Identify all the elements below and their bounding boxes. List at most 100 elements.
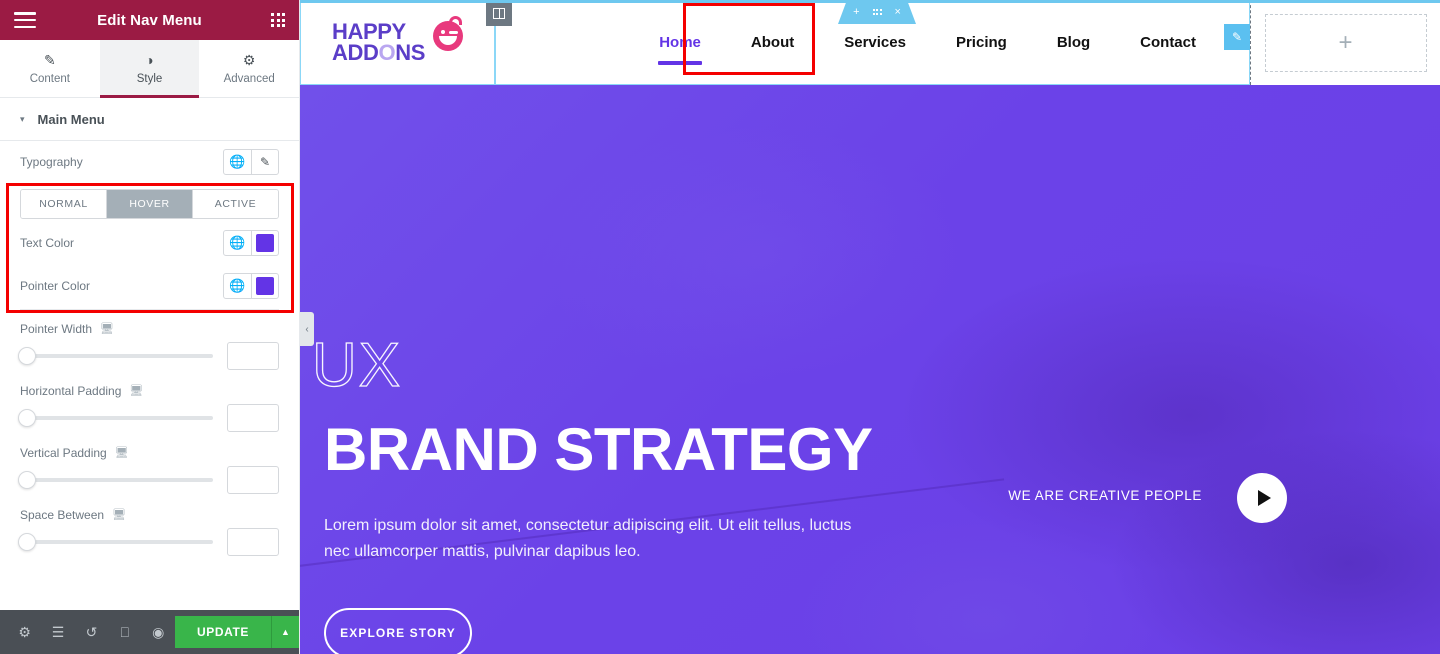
pointer-width-slider[interactable] xyxy=(18,347,213,365)
text-color-controls: 🌐 xyxy=(223,230,279,256)
add-widget-button[interactable]: + xyxy=(1264,13,1427,72)
logo-column: HAPPY ADDONS xyxy=(300,0,495,85)
tab-style-label: Style xyxy=(136,72,163,85)
state-tab-normal[interactable]: NORMAL xyxy=(21,190,106,218)
tab-advanced[interactable]: ⚙ Advanced xyxy=(199,40,300,97)
edit-widget-pencil-icon[interactable]: ✎ xyxy=(1224,24,1250,50)
history-icon[interactable]: ↺ xyxy=(75,610,108,654)
slider-handle[interactable] xyxy=(18,409,36,427)
slider-handle[interactable] xyxy=(18,471,36,489)
desktop-icon[interactable]: 🖥 xyxy=(115,447,129,459)
state-tab-active[interactable]: ACTIVE xyxy=(192,190,278,218)
nav-item-home[interactable]: Home xyxy=(634,17,726,69)
hero-headline: BRAND STRATEGY xyxy=(324,416,873,483)
video-label: WE ARE CREATIVE PEOPLE xyxy=(1008,488,1202,503)
space-between-slider[interactable] xyxy=(18,533,213,551)
pencil-icon: ✎ xyxy=(43,51,56,68)
pointer-width-input[interactable] xyxy=(227,342,279,370)
update-options-caret-icon[interactable]: ▲ xyxy=(271,616,299,648)
pointer-color-row: Pointer Color 🌐 xyxy=(20,265,279,307)
typography-row: Typography 🌐 ✎ xyxy=(20,141,279,183)
panel-header: Edit Nav Menu xyxy=(0,0,299,40)
horizontal-padding-control: Horizontal Padding 🖥 xyxy=(18,382,279,444)
vertical-padding-input[interactable] xyxy=(227,466,279,494)
slider-handle[interactable] xyxy=(18,533,36,551)
elementor-editor-screen: Edit Nav Menu ✎ Content ◑ Style ⚙ Advanc… xyxy=(0,0,1440,654)
empty-column: + xyxy=(1250,0,1440,85)
vertical-padding-control: Vertical Padding 🖥 xyxy=(18,444,279,506)
typography-buttons: 🌐 ✎ xyxy=(223,149,279,175)
navigator-layers-icon[interactable]: ☰ xyxy=(41,610,74,654)
nav-item-services[interactable]: Services xyxy=(819,17,931,69)
play-triangle-icon xyxy=(1257,490,1271,506)
responsive-mode-icon[interactable]: ⎕ xyxy=(108,610,141,654)
horizontal-padding-slider-line xyxy=(18,398,279,444)
pointer-color-swatch[interactable] xyxy=(251,274,278,298)
typography-edit-pencil-icon[interactable]: ✎ xyxy=(251,150,278,174)
panel-footer-toolbar: ⚙ ☰ ↺ ⎕ ◉ UPDATE ▲ xyxy=(0,610,299,654)
color-swatch-preview xyxy=(256,277,274,295)
hero-eyebrow: UX xyxy=(311,331,403,400)
nav-item-pricing[interactable]: Pricing xyxy=(931,17,1032,69)
gear-icon: ⚙ xyxy=(242,51,256,68)
slider-handle[interactable] xyxy=(18,347,36,365)
pointer-color-label: Pointer Color xyxy=(20,279,91,293)
logo-wordmark: HAPPY ADDONS xyxy=(332,20,425,63)
horizontal-padding-slider[interactable] xyxy=(18,409,213,427)
apps-grid-icon[interactable] xyxy=(271,13,285,27)
space-between-input[interactable] xyxy=(227,528,279,556)
hamburger-menu-icon[interactable] xyxy=(14,12,36,28)
section-main-menu-label: Main Menu xyxy=(37,112,105,127)
pointer-color-controls: 🌐 xyxy=(223,273,279,299)
vertical-padding-label-row: Vertical Padding 🖥 xyxy=(20,446,279,460)
drag-dots-icon[interactable] xyxy=(873,9,882,15)
globe-icon[interactable]: 🌐 xyxy=(224,150,251,174)
update-button[interactable]: UPDATE xyxy=(174,616,271,648)
preview-eye-icon[interactable]: ◉ xyxy=(142,610,175,654)
controls-area: Typography 🌐 ✎ NORMAL HOVER ACTIVE Text … xyxy=(0,141,299,568)
text-color-row: Text Color 🌐 xyxy=(20,221,279,265)
panel-collapse-handle[interactable]: ‹ xyxy=(300,312,314,346)
globe-icon[interactable]: 🌐 xyxy=(224,231,251,255)
explore-story-button[interactable]: EXPLORE STORY xyxy=(324,608,472,654)
state-tab-hover[interactable]: HOVER xyxy=(106,190,192,218)
nav-item-blog[interactable]: Blog xyxy=(1032,17,1115,69)
horizontal-padding-label-row: Horizontal Padding 🖥 xyxy=(20,384,279,398)
panel-title: Edit Nav Menu xyxy=(97,11,202,29)
nav-item-contact[interactable]: Contact xyxy=(1115,17,1221,69)
section-main-menu[interactable]: ▾ Main Menu xyxy=(0,98,299,141)
vertical-padding-slider[interactable] xyxy=(18,471,213,489)
desktop-icon[interactable]: 🖥 xyxy=(100,323,114,335)
happy-addons-logo[interactable]: HAPPY ADDONS xyxy=(332,15,463,63)
column-handle-icon[interactable] xyxy=(486,0,512,26)
add-section-icon[interactable]: + xyxy=(853,7,859,18)
horizontal-padding-label: Horizontal Padding xyxy=(20,384,122,398)
horizontal-padding-input[interactable] xyxy=(227,404,279,432)
tab-style[interactable]: ◑ Style xyxy=(99,40,200,98)
desktop-icon[interactable]: 🖥 xyxy=(129,385,143,397)
desktop-icon[interactable]: 🖥 xyxy=(112,509,126,521)
text-color-swatch[interactable] xyxy=(251,231,278,255)
tab-content-label: Content xyxy=(29,72,70,85)
space-between-slider-line xyxy=(18,522,279,568)
play-video-button[interactable] xyxy=(1237,473,1287,523)
section-top-highlight xyxy=(300,0,1440,3)
vertical-padding-slider-line xyxy=(18,460,279,506)
nav-item-about[interactable]: About xyxy=(726,17,819,69)
site-header-section: HAPPY ADDONS Home About Services Pricing xyxy=(300,0,1440,85)
chevron-down-icon: ▾ xyxy=(20,114,25,124)
tab-advanced-label: Advanced xyxy=(223,72,275,85)
settings-gear-icon[interactable]: ⚙ xyxy=(8,610,41,654)
editor-panel: Edit Nav Menu ✎ Content ◑ Style ⚙ Advanc… xyxy=(0,0,300,654)
tab-content[interactable]: ✎ Content xyxy=(0,40,100,97)
pointer-width-control: Pointer Width 🖥 xyxy=(18,320,279,382)
pointer-width-label: Pointer Width xyxy=(20,322,93,336)
globe-icon[interactable]: 🌐 xyxy=(224,274,251,298)
preview-canvas: HAPPY ADDONS Home About Services Pricing xyxy=(300,0,1440,654)
hero-section: UX BRAND STRATEGY Lorem ipsum dolor sit … xyxy=(300,85,1440,654)
close-section-icon[interactable]: × xyxy=(895,7,901,18)
color-swatch-preview xyxy=(256,234,274,252)
panel-body: ▾ Main Menu Typography 🌐 ✎ NORMAL HOVER … xyxy=(0,98,299,610)
typography-label: Typography xyxy=(20,155,83,169)
divider xyxy=(20,309,279,310)
